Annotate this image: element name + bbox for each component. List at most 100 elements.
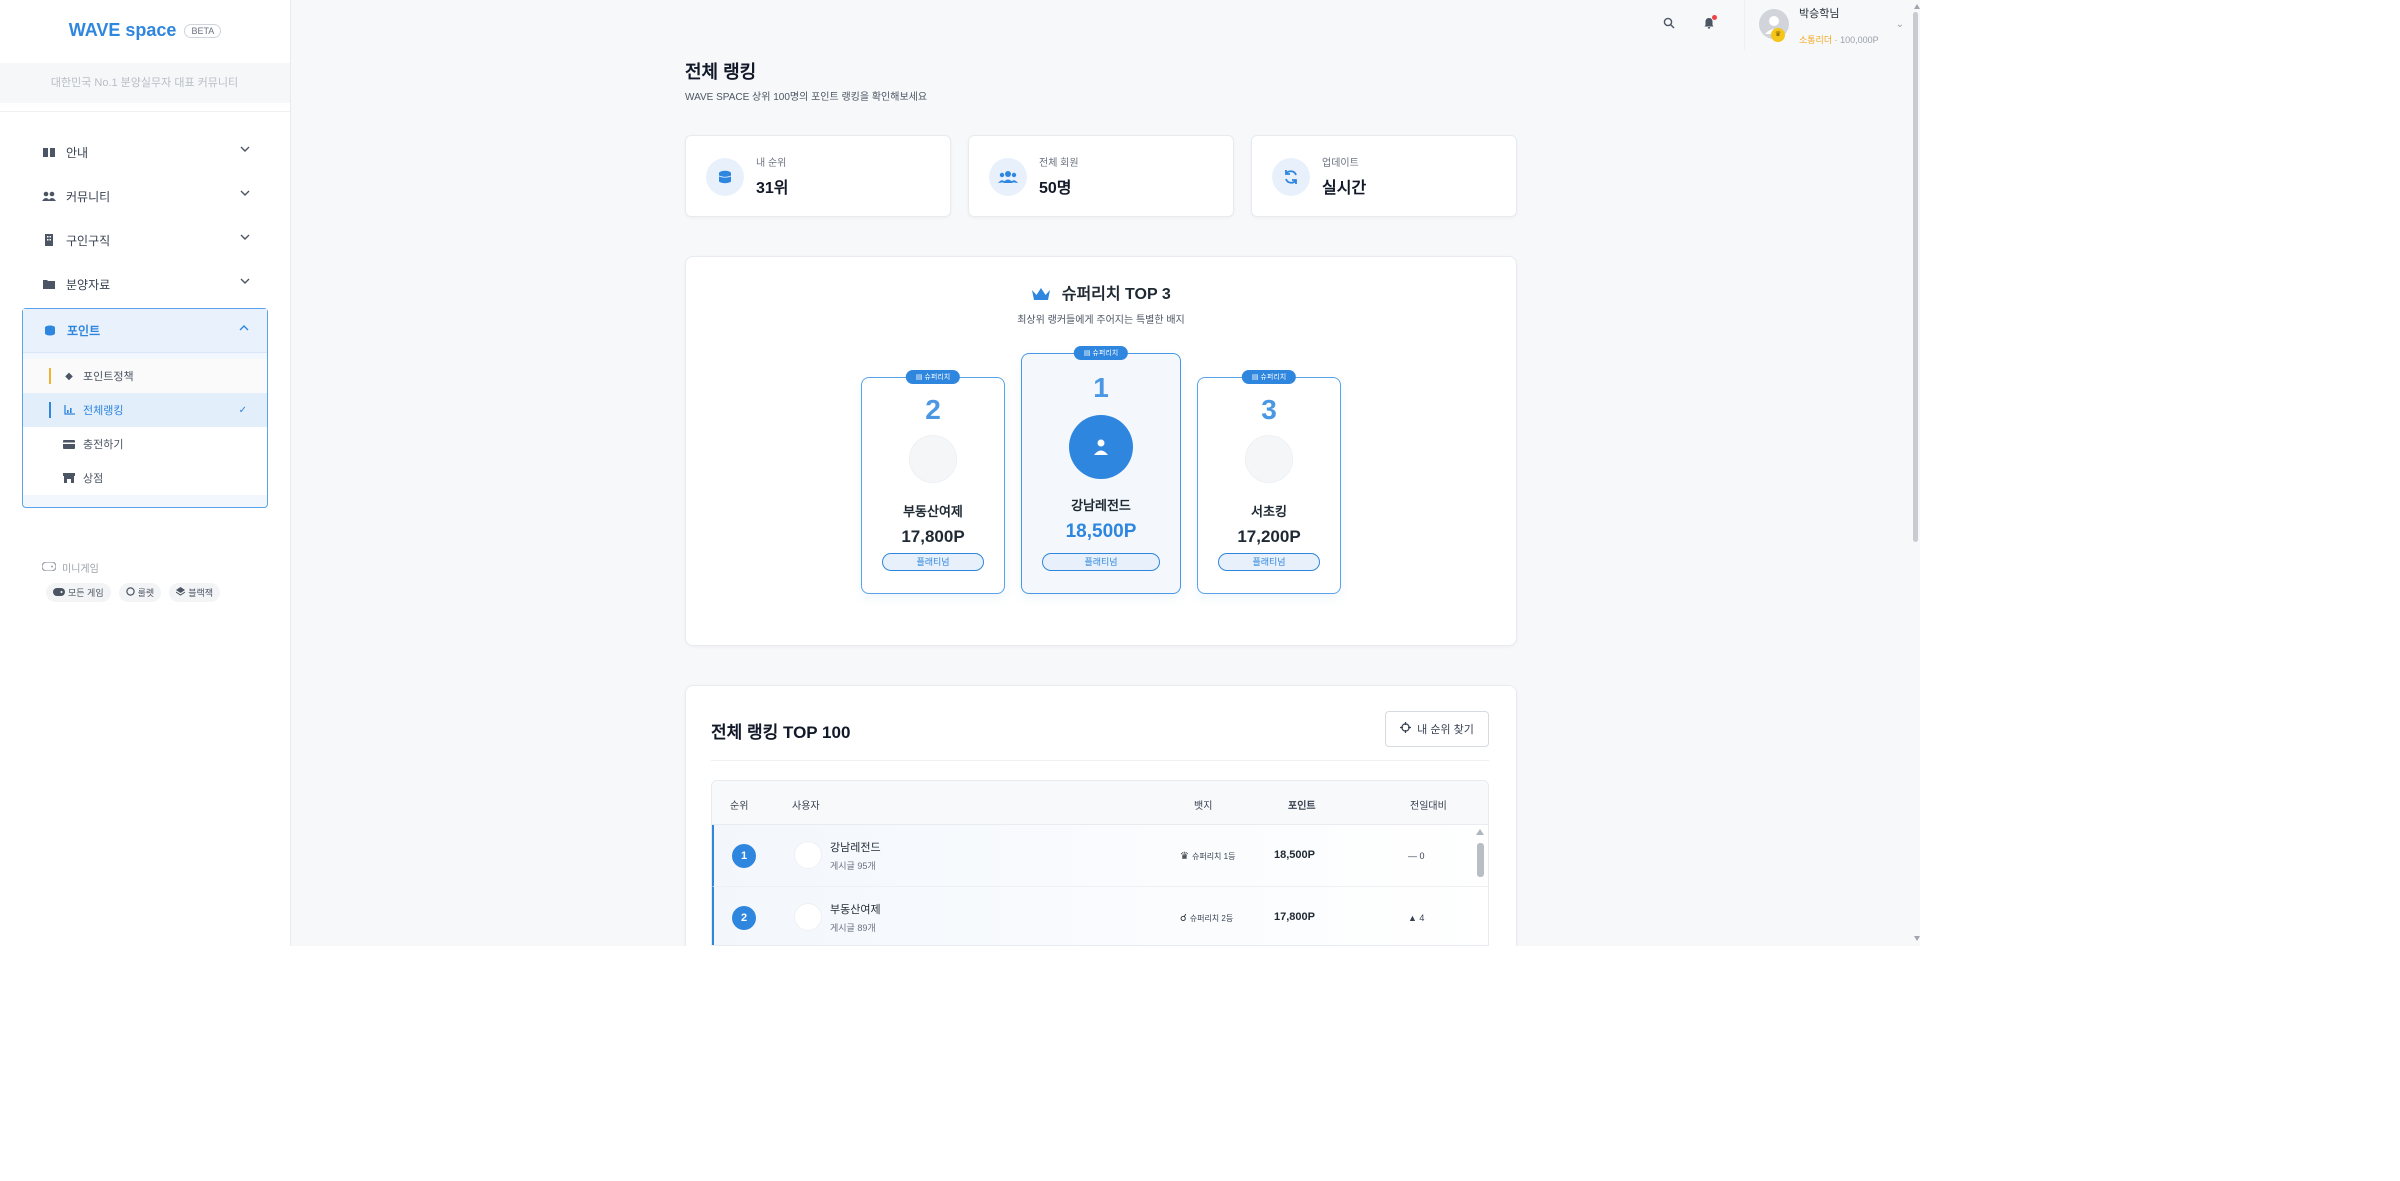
col-user: 사용자 — [792, 801, 820, 812]
divider — [711, 760, 1489, 761]
stat-value: 실시간 — [1322, 180, 1367, 197]
scroll-down-arrow[interactable] — [1914, 936, 1920, 941]
top3-title: 슈퍼리치 TOP 3 — [685, 280, 1517, 304]
sidebar-item-label: 분양자료 — [66, 277, 111, 292]
user-rank: 소통리더 · 100,000P — [1799, 35, 1879, 45]
coins-icon: ▤ — [1083, 350, 1091, 357]
logo[interactable]: WAVE space — [69, 20, 177, 41]
chevron-down-icon — [240, 190, 250, 196]
stat-label: 업데이트 — [1322, 158, 1359, 169]
game-chip-all[interactable]: 모든 게임 — [46, 583, 111, 602]
col-diff: 전일대비 — [1410, 801, 1447, 812]
podium-rank: 1 — [1093, 372, 1109, 403]
col-badge: 뱃지 — [1194, 801, 1213, 812]
podium-first[interactable]: ▤ 슈퍼리치 1 강남레전드 18,500P 플래티넘 — [1021, 346, 1181, 594]
sidebar-item-label: 안내 — [66, 145, 89, 160]
table-row[interactable]: 2 부동산여제 게시글 89개 ☌ 슈퍼리치 2등 17,800P ▲ 4 — [712, 887, 1488, 945]
notification-button[interactable] — [1701, 15, 1717, 33]
stat-card-my-rank: 내 순위 31위 — [685, 135, 951, 217]
search-button[interactable] — [1661, 17, 1677, 33]
podium-third[interactable]: ▤ 슈퍼리치 3 서초킹 17,200P 플래티넘 — [1197, 370, 1341, 594]
superrich-tag: ▤ 슈퍼리치 — [1241, 370, 1297, 384]
points-submenu: ◆ 포인트정책 전체랭킹 ✓ 충전하기 상점 — [23, 353, 267, 507]
sidebar: WAVE space BETA 대한민국 No.1 분양실무자 대표 커뮤니티 … — [0, 0, 291, 946]
roulette-icon — [125, 587, 135, 598]
podium-rank: 3 — [1261, 394, 1277, 425]
find-my-rank-button[interactable]: 내 순위 찾기 — [1385, 711, 1489, 747]
refresh-icon — [1272, 158, 1310, 196]
sidebar-subitem-store[interactable]: 상점 — [23, 461, 267, 495]
mini-games-title: 미니게임 — [41, 560, 290, 575]
chevron-down-icon — [240, 234, 250, 240]
coins-icon — [706, 158, 744, 196]
crown-icon: ♛ — [1180, 851, 1189, 862]
stat-value: 50명 — [1039, 180, 1072, 197]
scroll-up-arrow[interactable] — [1914, 4, 1920, 9]
superrich-tag: ▤ 슈퍼리치 — [1073, 346, 1129, 360]
gamepad-icon — [41, 560, 57, 574]
sidebar-item-points[interactable]: 포인트 — [23, 309, 267, 353]
sidebar-subitem-point-policy[interactable]: ◆ 포인트정책 — [23, 359, 267, 393]
coins-icon: ▤ — [915, 374, 923, 381]
game-chip-roulette[interactable]: 룰렛 — [118, 583, 162, 602]
row-user-name: 부동산여제 — [830, 904, 881, 916]
avatar — [794, 903, 822, 931]
sidebar-subitem-label: 충전하기 — [83, 439, 124, 451]
stat-label: 내 순위 — [756, 158, 787, 169]
users-icon — [42, 190, 56, 202]
podium-second[interactable]: ▤ 슈퍼리치 2 부동산여제 17,800P 플래티넘 — [861, 370, 1005, 594]
avatar — [1069, 415, 1133, 479]
avatar — [909, 435, 957, 483]
tagline: 대한민국 No.1 분양실무자 대표 커뮤니티 — [0, 63, 290, 103]
user-menu[interactable]: ♛ 박승학님 소통리더 · 100,000P ⌄ — [1744, 0, 1914, 50]
cards-icon — [175, 587, 186, 598]
crown-icon — [1031, 286, 1055, 303]
sidebar-subitem-charge[interactable]: 충전하기 — [23, 427, 267, 461]
chevron-up-icon — [239, 325, 249, 331]
sidebar-item-community[interactable]: 커뮤니티 — [22, 174, 268, 218]
sidebar-subitem-label: 포인트정책 — [83, 371, 134, 383]
row-points: 17,800P — [1274, 911, 1315, 923]
sidebar-item-label: 구인구직 — [66, 233, 111, 248]
notification-dot — [1712, 15, 1717, 20]
beta-badge: BETA — [184, 23, 222, 38]
sidebar-item-sales-data[interactable]: 분양자료 — [22, 262, 268, 306]
row-diff: — 0 — [1408, 851, 1425, 861]
row-diff: ▲ 4 — [1408, 913, 1425, 923]
sidebar-item-guide[interactable]: 안내 — [22, 130, 268, 174]
rank-number: 1 — [732, 844, 756, 868]
sidebar-nav: 안내 커뮤니티 구인구직 분양자료 포인트 ◆ 포인트정책 전체랭킹 ✓ 충전하… — [0, 112, 290, 508]
table-row[interactable]: 1 강남레전드 게시글 95개 ♛ 슈퍼리치 1등 18,500P — 0 — [712, 825, 1488, 887]
top3-subtitle: 최상위 랭커들에게 주어지는 특별한 배지 — [1017, 315, 1185, 326]
col-points: 포인트 — [1288, 801, 1316, 812]
podium-name: 강남레전드 — [1071, 498, 1131, 513]
stat-card-total-members: 전체 회원 50명 — [968, 135, 1234, 217]
check-icon: ✓ — [238, 404, 247, 416]
card-icon — [63, 439, 75, 449]
user-points: 100,000P — [1840, 35, 1879, 45]
table-scroll-up[interactable] — [1476, 829, 1484, 835]
row-post-count: 게시글 89개 — [830, 923, 876, 933]
game-chip-blackjack[interactable]: 블랙잭 — [169, 583, 221, 602]
scroll-thumb[interactable] — [1913, 12, 1918, 542]
platinum-badge: 플래티넘 — [882, 553, 984, 571]
user-name: 박승학님 — [1799, 8, 1840, 20]
table-scroll-thumb[interactable] — [1477, 843, 1484, 877]
sidebar-subitem-all-ranking[interactable]: 전체랭킹 ✓ — [23, 393, 267, 427]
sidebar-item-jobs[interactable]: 구인구직 — [22, 218, 268, 262]
app-viewport: WAVE space BETA 대한민국 No.1 분양실무자 대표 커뮤니티 … — [0, 0, 1920, 946]
store-icon — [63, 473, 75, 483]
chevron-down-icon: ⌄ — [1895, 19, 1904, 30]
platinum-badge: 플래티넘 — [1218, 553, 1320, 571]
logo-area: WAVE space BETA 대한민국 No.1 분양실무자 대표 커뮤니티 — [0, 0, 290, 112]
page-title: 전체 랭킹 — [685, 62, 757, 82]
gamepad-icon — [53, 587, 65, 598]
sidebar-item-label: 포인트 — [67, 324, 101, 338]
ranking-table: 순위 사용자 뱃지 포인트 전일대비 1 강남레전드 게시글 95개 ♛ 슈퍼리치… — [711, 780, 1489, 946]
search-icon — [1663, 17, 1675, 29]
stat-value: 31위 — [756, 180, 789, 197]
row-badge: ☌ 슈퍼리치 2등 — [1180, 913, 1234, 924]
podium-rank: 2 — [925, 394, 941, 425]
sidebar-subitem-label: 전체랭킹 — [83, 405, 124, 417]
coins-icon — [43, 325, 57, 337]
